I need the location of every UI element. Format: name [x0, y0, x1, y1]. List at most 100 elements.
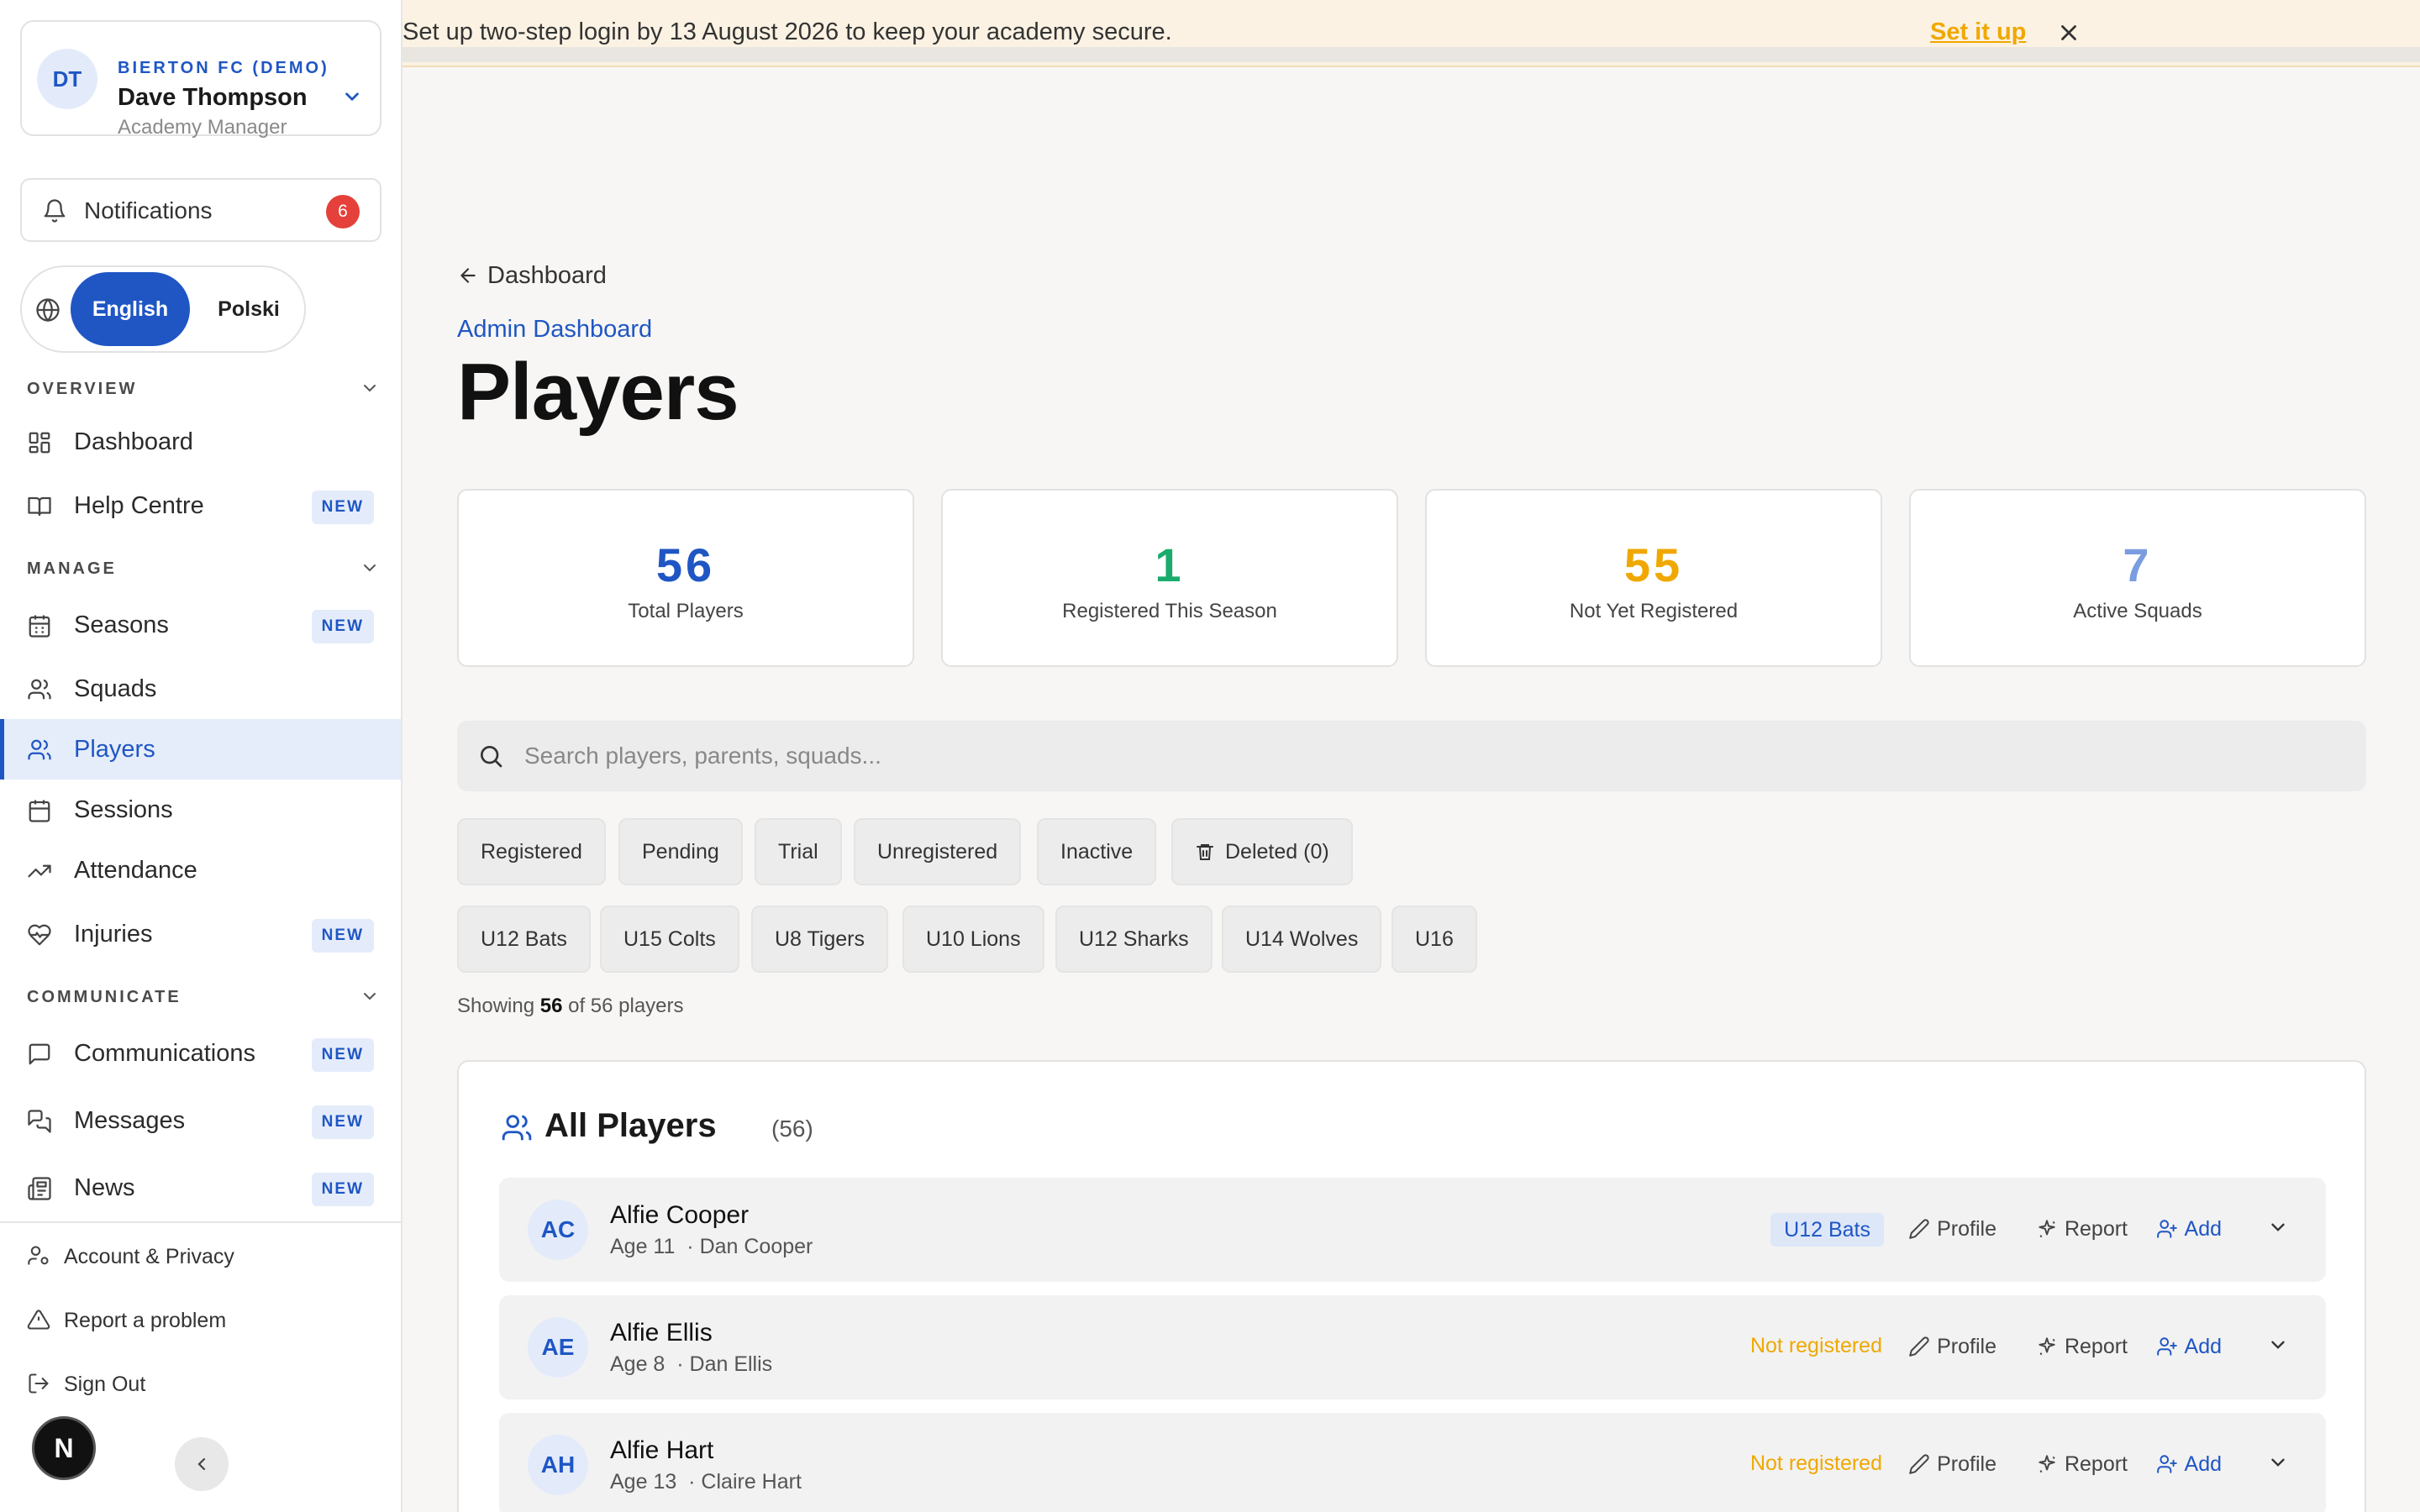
report-label: Report	[2064, 1216, 2128, 1241]
player-name[interactable]: Alfie Hart	[610, 1436, 713, 1465]
users-icon	[28, 679, 51, 700]
chevron-down-icon[interactable]	[2267, 1216, 2289, 1238]
filter-inactive[interactable]: Inactive	[1037, 818, 1157, 885]
squad-filter-u16[interactable]: U16	[1392, 906, 1477, 973]
sign-out-button[interactable]: Sign Out	[0, 1361, 401, 1408]
stat-active-squads: 7 Active Squads	[1909, 489, 2366, 667]
panel-count: (56)	[771, 1116, 813, 1142]
filter-registered[interactable]: Registered	[457, 818, 606, 885]
squad-filter-u10-lions[interactable]: U10 Lions	[902, 906, 1044, 973]
language-polski-button[interactable]: Polski	[198, 272, 299, 346]
squad-filter-u14-wolves[interactable]: U14 Wolves	[1222, 906, 1382, 973]
sidebar: DT BIERTON FC (DEMO) Dave Thompson Acade…	[0, 0, 402, 1512]
profile-button[interactable]: Profile	[1908, 1215, 1996, 1243]
stat-label: Active Squads	[2073, 600, 2202, 622]
alert-triangle-icon	[27, 1310, 50, 1330]
section-manage[interactable]: MANAGE	[27, 559, 380, 579]
registration-status: Not registered	[1749, 1334, 1882, 1357]
close-icon[interactable]	[2056, 20, 2081, 45]
profile-button[interactable]: Profile	[1908, 1332, 1996, 1361]
add-button[interactable]: Add	[2156, 1215, 2222, 1243]
sidebar-divider	[0, 1221, 401, 1223]
player-row[interactable]: AE Alfie Ellis Age 8 · Dan Ellis Not reg…	[499, 1295, 2326, 1399]
new-badge: NEW	[311, 1173, 374, 1206]
app-logo[interactable]: N	[32, 1416, 96, 1480]
book-icon	[28, 496, 51, 517]
breadcrumb-admin-dashboard[interactable]: Admin Dashboard	[457, 316, 652, 344]
chevron-down-icon	[364, 385, 376, 392]
notifications-button[interactable]: Notifications 6	[20, 178, 381, 242]
sidebar-item-attendance[interactable]: Attendance	[0, 840, 401, 900]
sidebar-item-news[interactable]: News NEW	[0, 1158, 401, 1218]
sidebar-item-messages[interactable]: Messages NEW	[0, 1090, 401, 1151]
section-overview[interactable]: OVERVIEW	[27, 380, 380, 399]
avatar: DT	[37, 49, 97, 109]
profile-label: Profile	[1937, 1216, 1996, 1241]
banner-scrollbar[interactable]	[402, 47, 2420, 62]
sparkle-icon	[2039, 1220, 2055, 1238]
chevron-down-icon[interactable]	[2267, 1334, 2289, 1356]
user-plus-icon	[2156, 1220, 2177, 1238]
stat-total-players: 56 Total Players	[457, 489, 914, 667]
sidebar-item-injuries[interactable]: Injuries NEW	[0, 904, 401, 964]
stat-value: 1	[1155, 538, 1185, 591]
sidebar-item-players[interactable]: Players	[0, 719, 401, 780]
add-button[interactable]: Add	[2156, 1332, 2222, 1361]
chevron-down-icon[interactable]	[2267, 1452, 2289, 1473]
stat-value: 56	[655, 538, 716, 591]
sign-out-icon	[29, 1373, 49, 1394]
squad-filter-u8-tigers[interactable]: U8 Tigers	[751, 906, 888, 973]
sidebar-item-seasons[interactable]: Seasons NEW	[0, 595, 401, 655]
sidebar-item-label: Sessions	[74, 796, 173, 823]
player-row[interactable]: AH Alfie Hart Age 13 · Claire Hart Not r…	[499, 1413, 2326, 1512]
sidebar-item-dashboard[interactable]: Dashboard	[0, 412, 401, 472]
user-name: Dave Thompson	[118, 84, 308, 111]
report-button[interactable]: Report	[2036, 1332, 2128, 1361]
sidebar-item-help-centre[interactable]: Help Centre NEW	[0, 475, 401, 536]
filter-deleted[interactable]: Deleted (0)	[1171, 818, 1353, 885]
player-name[interactable]: Alfie Cooper	[610, 1201, 749, 1230]
user-plus-icon	[2156, 1337, 2177, 1356]
player-name[interactable]: Alfie Ellis	[610, 1319, 713, 1347]
profile-button[interactable]: Profile	[1908, 1450, 1996, 1478]
report-button[interactable]: Report	[2036, 1215, 2128, 1243]
sidebar-item-sessions[interactable]: Sessions	[0, 780, 401, 840]
search-input[interactable]	[524, 721, 2331, 791]
chevron-down-icon[interactable]	[341, 86, 363, 108]
report-label: Report	[2064, 1452, 2128, 1476]
squad-filter-u12-bats[interactable]: U12 Bats	[457, 906, 591, 973]
report-problem-link[interactable]: Report a problem	[0, 1297, 401, 1344]
sidebar-item-label: Attendance	[74, 857, 197, 884]
squad-filter-u12-sharks[interactable]: U12 Sharks	[1055, 906, 1213, 973]
sidebar-item-label: Players	[74, 736, 155, 763]
squad-tag: U12 Bats	[1770, 1213, 1884, 1247]
banner-setup-link[interactable]: Set it up	[1930, 18, 2026, 46]
filter-trial[interactable]: Trial	[755, 818, 842, 885]
add-button[interactable]: Add	[2156, 1450, 2222, 1478]
users-icon	[502, 1115, 532, 1141]
stat-value: 55	[1623, 538, 1684, 591]
report-button[interactable]: Report	[2036, 1450, 2128, 1478]
account-privacy-link[interactable]: Account & Privacy	[0, 1233, 401, 1280]
player-age: Age 8	[610, 1352, 666, 1376]
filter-unregistered[interactable]: Unregistered	[854, 818, 1022, 885]
calendar-icon	[29, 800, 50, 822]
sidebar-item-communications[interactable]: Communications NEW	[0, 1023, 401, 1084]
squad-filter-u15-colts[interactable]: U15 Colts	[600, 906, 739, 973]
sidebar-item-label: News	[74, 1174, 135, 1201]
language-english-button[interactable]: English	[71, 272, 190, 346]
player-avatar: AE	[528, 1317, 588, 1378]
player-row[interactable]: AC Alfie Cooper Age 11 · Dan Cooper U12 …	[499, 1178, 2326, 1282]
message-square-icon	[29, 1043, 50, 1065]
section-communicate[interactable]: COMMUNICATE	[27, 988, 380, 1007]
trend-icon	[28, 864, 51, 878]
sidebar-item-squads[interactable]: Squads	[0, 659, 401, 719]
section-manage-label: MANAGE	[27, 559, 117, 578]
banner-message: Set up two-step login by 13 August 2026 …	[402, 18, 1172, 45]
account-switcher[interactable]: DT BIERTON FC (DEMO) Dave Thompson Acade…	[20, 20, 381, 139]
profile-label: Profile	[1937, 1334, 1996, 1358]
filter-pending[interactable]: Pending	[618, 818, 743, 885]
sidebar-item-label: Seasons	[74, 612, 169, 638]
collapse-sidebar-button[interactable]	[175, 1437, 229, 1491]
player-avatar: AC	[528, 1200, 588, 1260]
